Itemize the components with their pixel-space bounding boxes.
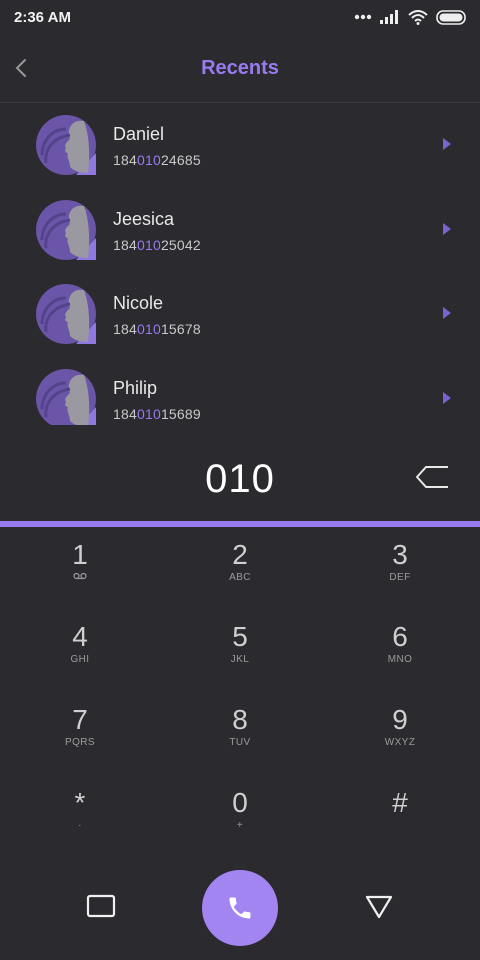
number-suffix: 15689 (160, 405, 201, 422)
key-6[interactable]: 6 MNO (340, 612, 460, 686)
key-digit: 5 (232, 621, 248, 652)
key-star[interactable]: * · (20, 778, 140, 852)
contact-item-philip[interactable]: Philip 18401015689 (0, 357, 480, 425)
key-digit: 9 (392, 704, 408, 735)
contact-number: 18401015678 (113, 321, 201, 337)
chevron-left-icon[interactable] (10, 54, 34, 82)
status-time: 2:36 AM (14, 8, 71, 26)
key-digit: 8 (232, 704, 248, 735)
keypad: 1 2 ABC 3 DEF 4 GHI 5 JKL 6 MNO 7 PQRS 8… (0, 530, 480, 860)
key-4[interactable]: 4 GHI (20, 612, 140, 686)
caret-right-icon[interactable] (440, 220, 454, 238)
key-0[interactable]: 0 + (180, 778, 300, 852)
dial-display: 010 (0, 440, 480, 518)
more-dots-icon (354, 14, 372, 20)
key-digit: 3 (392, 539, 408, 570)
key-hash[interactable]: # (340, 778, 460, 852)
header: Recents (0, 34, 480, 103)
caret-right-icon[interactable] (440, 304, 454, 322)
key-letters: DEF (389, 572, 411, 583)
key-letters: ABC (229, 572, 251, 583)
status-icons (354, 9, 468, 25)
avatar-icon (36, 368, 96, 425)
backspace-icon[interactable] (414, 462, 450, 492)
key-letters: PQRS (65, 737, 95, 748)
contact-number: 18401015689 (113, 406, 201, 422)
status-bar: 2:36 AM (0, 0, 480, 34)
number-match: 010 (136, 152, 161, 168)
key-letters: + (236, 820, 244, 831)
contact-name: Daniel (113, 124, 165, 144)
number-prefix: 184 (113, 236, 137, 253)
key-7[interactable]: 7 PQRS (20, 695, 140, 769)
call-button[interactable] (202, 870, 278, 946)
key-digit: 2 (232, 539, 248, 570)
key-letters: GHI (70, 654, 90, 665)
key-digit: 7 (72, 704, 88, 735)
contact-name: Jeesica (113, 208, 175, 229)
number-suffix: 25042 (160, 236, 201, 253)
contact-number: 18401024685 (113, 152, 201, 168)
phone-icon (229, 897, 251, 919)
voicemail-icon (73, 572, 87, 580)
avatar-icon (36, 284, 96, 344)
key-2[interactable]: 2 ABC (180, 530, 300, 604)
key-digit: 0 (232, 787, 248, 818)
battery-icon (436, 9, 466, 25)
number-match: 010 (136, 236, 161, 253)
key-letters: WXYZ (384, 737, 416, 748)
key-5[interactable]: 5 JKL (180, 612, 300, 686)
key-digit: 1 (72, 539, 88, 570)
dialed-number: 010 (205, 456, 275, 501)
key-8[interactable]: 8 TUV (180, 695, 300, 769)
key-3[interactable]: 3 DEF (340, 530, 460, 604)
bottom-nav (0, 866, 480, 960)
key-digit: * (74, 787, 86, 818)
number-prefix: 184 (113, 321, 137, 337)
number-suffix: 15678 (160, 321, 201, 337)
square-icon[interactable] (86, 894, 116, 918)
number-suffix: 24685 (160, 152, 201, 168)
contact-name: Nicole (113, 293, 164, 313)
accent-divider (0, 521, 480, 527)
key-digit: 4 (72, 621, 88, 652)
key-letters: TUV (229, 737, 251, 748)
contact-list: Daniel 18401024685 Jeesica 18401025042 N… (0, 103, 480, 425)
key-digit: # (392, 787, 408, 818)
key-letters: JKL (230, 654, 250, 665)
contact-number: 18401025042 (113, 237, 201, 253)
triangle-down-icon[interactable] (364, 894, 394, 920)
wifi-icon (408, 9, 428, 25)
key-9[interactable]: 9 WXYZ (340, 695, 460, 769)
contact-name: Philip (113, 377, 158, 398)
caret-right-icon[interactable] (440, 389, 454, 407)
avatar-icon (36, 199, 96, 260)
number-prefix: 184 (113, 152, 137, 168)
key-letters: · (78, 820, 82, 831)
contact-item-daniel[interactable]: Daniel 18401024685 (0, 103, 480, 188)
key-letters: MNO (387, 654, 413, 665)
avatar-icon (36, 115, 96, 175)
key-1[interactable]: 1 (20, 530, 140, 604)
number-match: 010 (136, 321, 161, 337)
number-prefix: 184 (113, 405, 137, 422)
page-title: Recents (201, 56, 279, 79)
signal-icon (380, 10, 398, 24)
contact-item-jeesica[interactable]: Jeesica 18401025042 (0, 188, 480, 273)
caret-right-icon[interactable] (440, 135, 454, 153)
number-match: 010 (136, 405, 161, 422)
key-digit: 6 (392, 621, 408, 652)
contact-item-nicole[interactable]: Nicole 18401015678 (0, 272, 480, 357)
